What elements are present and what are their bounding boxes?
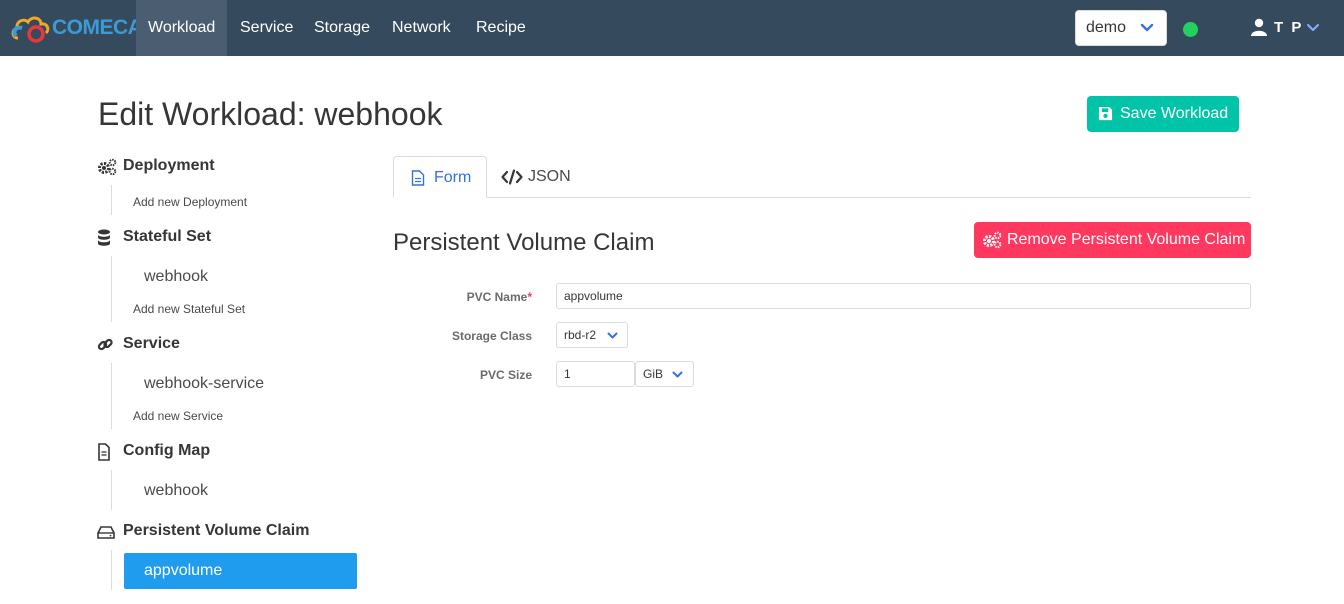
user-name: T P: [1274, 19, 1304, 36]
save-workload-button[interactable]: Save Workload: [1087, 96, 1239, 132]
save-workload-label: Save Workload: [1120, 105, 1229, 122]
sidebar-tree-line: [111, 363, 112, 429]
top-navbar: COMECAs Workload Service Storage Network…: [0, 0, 1344, 56]
user-icon: [1251, 18, 1267, 36]
sidebar-item-webhook-service[interactable]: webhook-service: [124, 366, 357, 402]
file-icon: [411, 170, 425, 186]
storage-class-select[interactable]: rbd-r2: [556, 322, 628, 348]
link-icon: [97, 338, 113, 351]
pvc-size-unit-value: GiB: [643, 367, 664, 381]
pvc-size-label: PVC Size: [479, 368, 532, 382]
namespace-value: demo: [1086, 19, 1127, 36]
chevron-down-icon: [1307, 24, 1319, 31]
file-icon: [98, 443, 110, 461]
remove-pvc-label: Remove Persistent Volume Claim: [1007, 231, 1246, 248]
add-service-link[interactable]: Add new Service: [133, 409, 223, 423]
sidebar-tree-line: [111, 550, 112, 590]
section-title: Persistent Volume Claim: [393, 229, 655, 256]
sidebar-head-label: Config Map: [123, 442, 211, 459]
sidebar-tree-line: [111, 256, 112, 322]
code-icon: [501, 169, 523, 185]
tab-form[interactable]: Form: [393, 156, 487, 198]
tab-json[interactable]: JSON: [487, 156, 587, 198]
pvc-name-label-text: PVC Name: [466, 290, 528, 304]
chevron-down-icon: [607, 332, 618, 339]
nav-workload[interactable]: Workload: [136, 0, 228, 56]
sidebar-item-webhook-statefulset[interactable]: webhook: [124, 259, 357, 295]
app-logo[interactable]: COMECAs: [10, 12, 151, 46]
cogs-icon: [98, 158, 117, 176]
cloud-logo-icon: [11, 16, 50, 43]
add-deployment-link[interactable]: Add new Deployment: [133, 195, 247, 209]
sidebar-head-label: Service: [123, 335, 180, 352]
save-icon: [1098, 106, 1113, 121]
nav-storage[interactable]: Storage: [302, 0, 382, 56]
sidebar-item-webhook-configmap[interactable]: webhook: [124, 473, 357, 509]
storage-class-label: Storage Class: [451, 329, 532, 343]
sidebar-head-label: Stateful Set: [123, 228, 212, 245]
tab-form-label: Form: [434, 169, 472, 186]
logo-text: COMECA: [52, 16, 143, 39]
status-indicator: [1183, 22, 1198, 37]
storage-class-value: rbd-r2: [564, 328, 597, 342]
remove-pvc-button[interactable]: Remove Persistent Volume Claim: [974, 222, 1251, 258]
namespace-select[interactable]: demo: [1075, 10, 1167, 46]
pvc-size-unit-select[interactable]: GiB: [635, 361, 694, 387]
sidebar-tree-line: [111, 185, 112, 215]
sidebar-head-label: Persistent Volume Claim: [123, 522, 310, 539]
nav-network[interactable]: Network: [380, 0, 463, 56]
pvc-name-input[interactable]: appvolume: [556, 283, 1251, 309]
database-icon: [98, 229, 110, 246]
chevron-down-icon: [672, 371, 683, 378]
tab-json-label: JSON: [528, 168, 571, 185]
sidebar-head-label: Deployment: [123, 157, 215, 174]
cogs-icon: [983, 231, 1002, 249]
add-stateful-set-link[interactable]: Add new Stateful Set: [133, 302, 245, 316]
pvc-name-label: PVC Name*: [392, 290, 532, 304]
sidebar-tree-line: [111, 470, 112, 510]
required-marker: *: [527, 290, 532, 304]
sidebar-item-appvolume[interactable]: appvolume: [124, 553, 357, 589]
nav-service[interactable]: Service: [228, 0, 305, 56]
nav-recipe[interactable]: Recipe: [464, 0, 538, 56]
pvc-size-input[interactable]: 1: [556, 361, 635, 387]
page-title: Edit Workload: webhook: [98, 96, 443, 132]
chevron-down-icon: [1140, 23, 1154, 32]
hdd-icon: [97, 526, 115, 539]
